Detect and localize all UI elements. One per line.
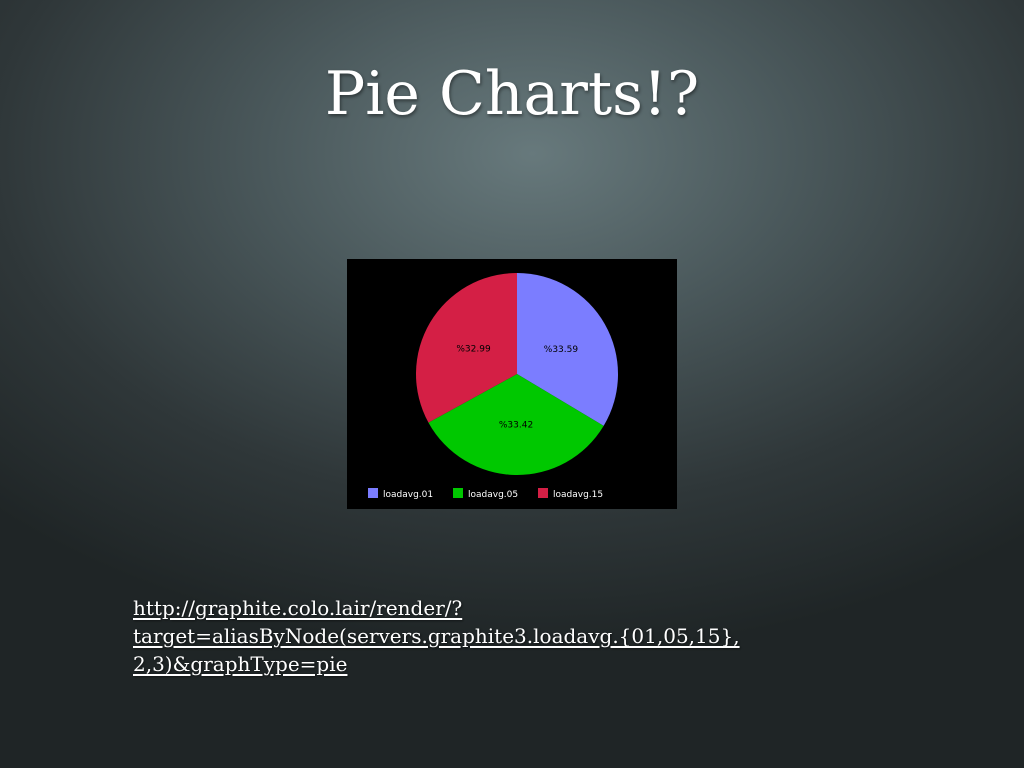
url-line-1[interactable]: http://graphite.colo.lair/render/?	[133, 594, 893, 622]
legend-swatch-loadavg-01	[368, 488, 378, 498]
legend-label-loadavg-15: loadavg.15	[553, 490, 603, 500]
url-line-2[interactable]: target=aliasByNode(servers.graphite3.loa…	[133, 622, 893, 650]
legend-swatch-loadavg-05	[453, 488, 463, 498]
pie-slice-label-loadavg-01: %33.59	[544, 345, 579, 355]
legend-swatch-loadavg-15	[538, 488, 548, 498]
slide-title: Pie Charts!?	[324, 59, 700, 129]
pie-chart: %33.59 %33.42 %32.99 loadavg.01 loadavg.05 lo…	[347, 259, 677, 509]
legend-label-loadavg-05: loadavg.05	[468, 490, 518, 500]
legend-label-loadavg-01: loadavg.01	[383, 490, 433, 500]
pie-slice-label-loadavg-15: %32.99	[456, 344, 491, 354]
pie-slice-label-loadavg-05: %33.42	[499, 420, 533, 430]
graphite-render-url[interactable]: http://graphite.colo.lair/render/? targe…	[133, 594, 893, 678]
pie-chart-svg: %33.59 %33.42 %32.99 loadavg.01 loadavg.05 lo…	[368, 273, 618, 500]
url-line-3[interactable]: 2,3)&graphType=pie	[133, 650, 893, 678]
